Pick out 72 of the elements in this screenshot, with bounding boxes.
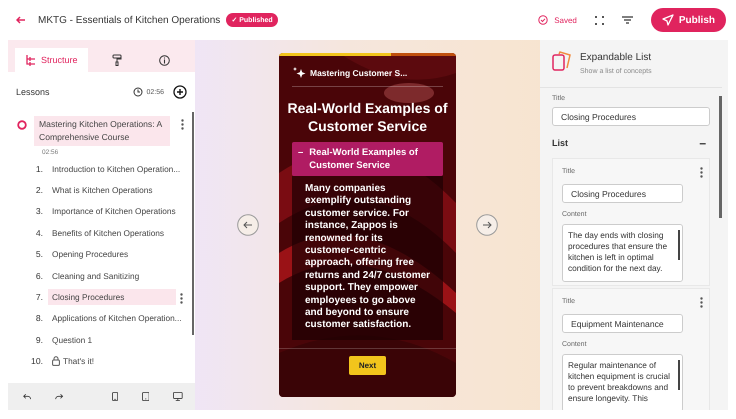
list-heading: List (552, 138, 568, 148)
tablet-icon[interactable] (142, 390, 150, 403)
lesson-number: 2. (34, 185, 43, 196)
lesson-number: 6. (34, 270, 43, 281)
lock-icon (52, 356, 60, 366)
accordion-header[interactable]: – Real-World Examples of Customer Service (292, 142, 443, 176)
lesson-item[interactable]: Question 1 (48, 332, 176, 348)
lesson-item[interactable]: Opening Procedures (48, 246, 176, 262)
lesson-number: 8. (34, 313, 43, 324)
course-title: MKTG - Essentials of Kitchen Operations (38, 14, 220, 26)
course-item[interactable]: Mastering Kitchen Operations: A Comprehensive Course (34, 116, 170, 146)
scrollbar[interactable] (678, 230, 680, 260)
lesson-item[interactable]: Importance of Kitchen Operations (48, 203, 176, 220)
saved-status: Saved (554, 16, 577, 24)
lesson-item[interactable]: Cleaning and Sanitizing (48, 268, 176, 284)
lesson-number: 3. (34, 206, 43, 216)
next-button[interactable]: Next (348, 356, 386, 375)
phone-icon[interactable] (112, 390, 118, 403)
lesson-number: 5. (34, 249, 43, 260)
info-icon (159, 54, 170, 66)
clock-icon (133, 87, 144, 97)
lesson-number: 9. (34, 334, 43, 345)
more-icon[interactable] (700, 297, 703, 308)
collapse-toggle[interactable]: – (298, 146, 304, 172)
slide-title: Real-World Examples of Customer Service (287, 99, 448, 135)
check-circle-icon (538, 15, 548, 25)
component-title: Expandable List (580, 52, 652, 63)
more-icon[interactable] (181, 119, 184, 130)
next-icon[interactable] (476, 214, 498, 236)
undo-icon[interactable] (23, 392, 32, 402)
content-text: Regular maintenance of kitchen equipment is crucial to prevent breakdowns and ensure longevity. This (568, 360, 671, 405)
add-icon[interactable] (173, 85, 187, 99)
sparkle-icon (292, 66, 306, 80)
circle-icon (17, 120, 27, 130)
scrollbar[interactable] (719, 96, 722, 218)
publish-button[interactable]: Publish (650, 8, 726, 32)
title-field[interactable]: Closing Procedures (562, 184, 683, 203)
course-name: Mastering Customer S... (310, 68, 408, 78)
hierarchy-icon (25, 54, 36, 66)
lesson-number: 10. (30, 356, 43, 366)
title-field[interactable]: Closing Procedures (552, 107, 710, 126)
more-icon[interactable] (700, 167, 703, 178)
structure-tab[interactable]: Structure (15, 48, 88, 72)
previous-icon[interactable] (237, 214, 259, 236)
content-field[interactable]: Regular maintenance of kitchen equipment is crucial to prevent breakdowns and ensure longevity. This (562, 354, 683, 410)
title-field[interactable]: Equipment Maintenance (562, 314, 683, 333)
fullscreen-icon[interactable] (594, 16, 604, 24)
lesson-item[interactable]: Applications of Kitchen Operation... (48, 310, 182, 326)
content-text: The day ends with closing procedures that ensure the kitchen is left in optimal condition for the next day. (568, 230, 668, 275)
accordion-title[interactable]: Real-World Examples of Customer Service (309, 146, 437, 172)
lesson-item[interactable]: What is Kitchen Operations (48, 182, 176, 198)
lesson-item[interactable]: That's it! (48, 353, 176, 370)
lesson-item[interactable]: Closing Procedures (48, 289, 176, 306)
lessons-heading: Lessons (16, 87, 50, 97)
content-field[interactable]: The day ends with closing procedures that ensure the kitchen is left in optimal condition for the next day. (562, 224, 683, 282)
back-arrow-icon[interactable] (16, 16, 26, 24)
lesson-number: 7. (34, 292, 43, 302)
more-icon[interactable] (180, 293, 183, 304)
scrollbar[interactable] (678, 360, 680, 390)
paint-roller-icon (112, 54, 122, 66)
collapse-toggle[interactable]: – (699, 136, 706, 150)
filter-icon[interactable] (622, 16, 633, 24)
scrollbar[interactable] (192, 112, 194, 335)
lesson-item[interactable]: Benefits of Kitchen Operations (48, 224, 176, 241)
cards-icon (552, 50, 572, 72)
send-icon (662, 14, 674, 26)
lesson-item[interactable]: Introduction to Kitchen Operation... (48, 160, 180, 177)
desktop-icon[interactable] (173, 390, 184, 403)
accordion-text: Many companies exemplify outstanding customer service. For instance, Zappos is renowned for its customer-centric approach, offering free returns and 24/7 customer support. They empower employees to go above and beyond to ensure customer satisfaction. (305, 183, 431, 332)
lesson-number: 4. (34, 228, 43, 238)
lesson-number: 1. (34, 164, 43, 174)
redo-icon[interactable] (55, 392, 64, 402)
